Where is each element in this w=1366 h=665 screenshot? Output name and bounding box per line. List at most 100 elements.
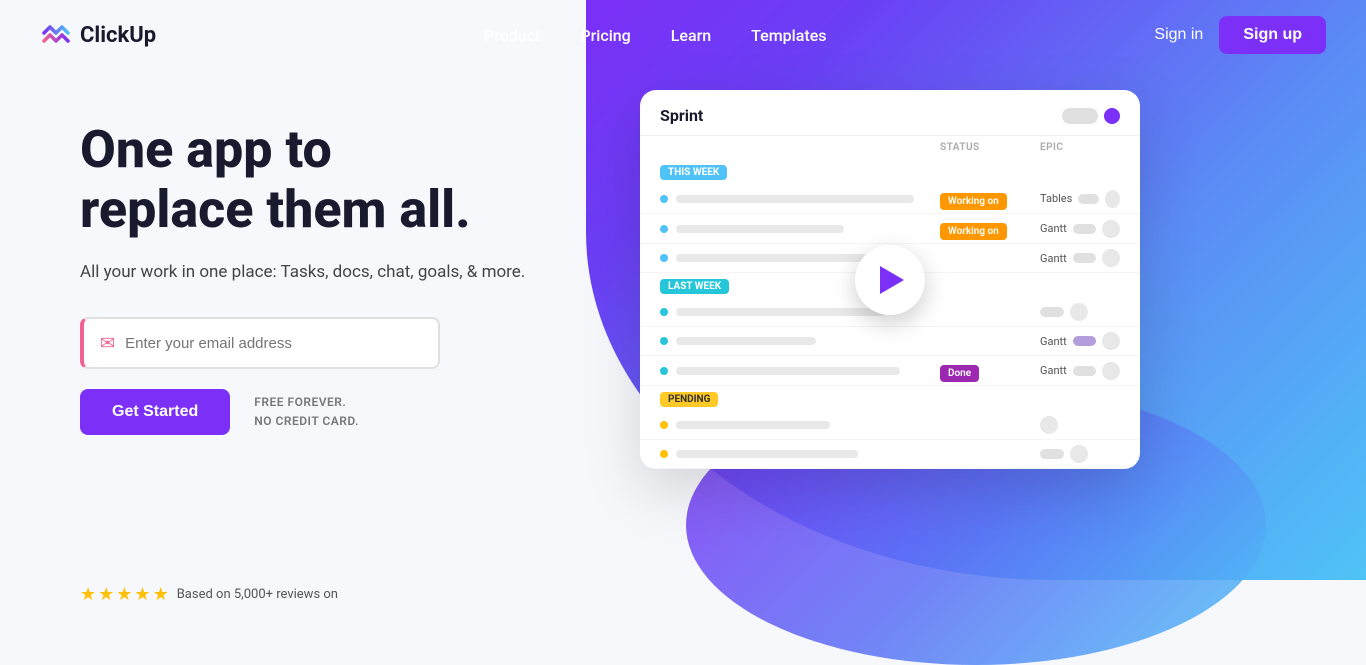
epic-toggle [1040, 307, 1064, 317]
star-5: ★ [153, 584, 169, 605]
task-dot [660, 337, 668, 345]
navbar: ClickUp Product Pricing Learn Templates … [0, 0, 1366, 70]
nav-links: Product Pricing Learn Templates [484, 26, 826, 45]
nav-link-pricing[interactable]: Pricing [580, 26, 630, 45]
section-pending: PENDING [660, 392, 718, 407]
status-badge: Done [940, 365, 979, 382]
star-3: ★ [116, 584, 132, 605]
task-dot [660, 421, 668, 429]
star-1: ★ [80, 584, 96, 605]
rating-text: Based on 5,000+ reviews on [177, 587, 338, 602]
hero-left: One app to replace them all. All your wo… [80, 100, 560, 435]
clickup-logo-icon [40, 19, 72, 51]
task-left [660, 195, 940, 203]
task-dot [660, 195, 668, 203]
circle-btn [1102, 362, 1120, 380]
epic-cell: Gantt [1040, 249, 1120, 267]
free-forever-text: FREE FOREVER. NO CREDIT CARD. [254, 393, 359, 431]
dashboard-card: Sprint STATUS EPIC THIS WEEK Working [640, 90, 1140, 469]
epic-cell: Tables [1040, 190, 1120, 208]
task-left [660, 421, 940, 429]
email-input[interactable] [125, 335, 422, 352]
task-bar [676, 421, 830, 429]
epic-cell [1040, 303, 1120, 321]
cta-row: Get Started FREE FOREVER. NO CREDIT CARD… [80, 389, 560, 435]
nav-item-learn[interactable]: Learn [671, 26, 711, 45]
status-badge: Working on [940, 193, 1007, 210]
hero-subtitle: All your work in one place: Tasks, docs,… [80, 260, 560, 286]
task-bar [676, 337, 816, 345]
table-row: Working on Gantt [640, 214, 1140, 244]
nav-item-pricing[interactable]: Pricing [580, 26, 630, 45]
section-last-week: LAST WEEK [660, 279, 729, 294]
nav-item-templates[interactable]: Templates [751, 26, 826, 45]
get-started-button[interactable]: Get Started [80, 389, 230, 435]
epic-cell: Gantt [1040, 362, 1120, 380]
circle-btn [1040, 416, 1058, 434]
circle-btn [1102, 220, 1120, 238]
email-icon: ✉ [100, 333, 115, 354]
table-row: Gantt [640, 327, 1140, 356]
circle-btn [1070, 303, 1088, 321]
nav-link-templates[interactable]: Templates [751, 26, 826, 45]
epic-cell [1040, 416, 1120, 434]
hero-section: One app to replace them all. All your wo… [0, 70, 1366, 469]
task-left [660, 225, 940, 233]
sign-in-button[interactable]: Sign in [1154, 26, 1203, 44]
task-bar [676, 195, 914, 203]
nav-item-product[interactable]: Product [484, 26, 540, 45]
nav-actions: Sign in Sign up [1154, 16, 1326, 54]
circle-btn [1105, 190, 1120, 208]
col-status-header: STATUS [940, 142, 1040, 153]
task-bar [676, 225, 844, 233]
circle-btn [1070, 445, 1088, 463]
column-headers: STATUS EPIC [640, 136, 1140, 159]
epic-toggle [1078, 194, 1098, 204]
task-dot [660, 450, 668, 458]
epic-toggle [1073, 253, 1097, 263]
task-dot [660, 308, 668, 316]
logo[interactable]: ClickUp [40, 19, 156, 51]
epic-cell: Gantt [1040, 332, 1120, 350]
table-row [640, 440, 1140, 469]
table-row [640, 411, 1140, 440]
task-dot [660, 367, 668, 375]
task-bar [676, 308, 886, 316]
star-4: ★ [134, 584, 150, 605]
toggle-group[interactable] [1062, 108, 1120, 124]
table-row: Done Gantt [640, 356, 1140, 386]
task-bar [676, 450, 858, 458]
epic-cell [1040, 445, 1120, 463]
dashboard-header: Sprint [640, 90, 1140, 136]
email-form: ✉ [80, 317, 440, 369]
epic-toggle [1040, 449, 1064, 459]
hero-title-line2: replace them all. [80, 179, 471, 240]
epic-cell: Gantt [1040, 220, 1120, 238]
table-row: Working on Tables [640, 184, 1140, 214]
task-left [660, 337, 940, 345]
epic-toggle [1073, 336, 1097, 346]
status-badge: Working on [940, 223, 1007, 240]
circle-btn [1102, 249, 1120, 267]
circle-btn [1102, 332, 1120, 350]
col-epic-header: EPIC [1040, 142, 1120, 153]
section-this-week: THIS WEEK [660, 165, 727, 180]
nav-link-learn[interactable]: Learn [671, 26, 711, 45]
play-icon [880, 266, 904, 294]
toggle-dot [1104, 108, 1120, 124]
task-dot [660, 225, 668, 233]
task-dot [660, 254, 668, 262]
nav-link-product[interactable]: Product [484, 26, 540, 45]
toggle-bar [1062, 108, 1098, 124]
stars: ★ ★ ★ ★ ★ [80, 584, 169, 605]
sprint-title: Sprint [660, 106, 703, 125]
star-2: ★ [98, 584, 114, 605]
hero-title-line1: One app to [80, 119, 332, 180]
logo-text: ClickUp [80, 23, 156, 48]
hero-right: Sprint STATUS EPIC THIS WEEK Working [600, 90, 1306, 469]
task-bar [676, 367, 900, 375]
task-left [660, 450, 940, 458]
play-button[interactable] [855, 245, 925, 315]
task-left [660, 367, 940, 375]
sign-up-button[interactable]: Sign up [1219, 16, 1326, 54]
